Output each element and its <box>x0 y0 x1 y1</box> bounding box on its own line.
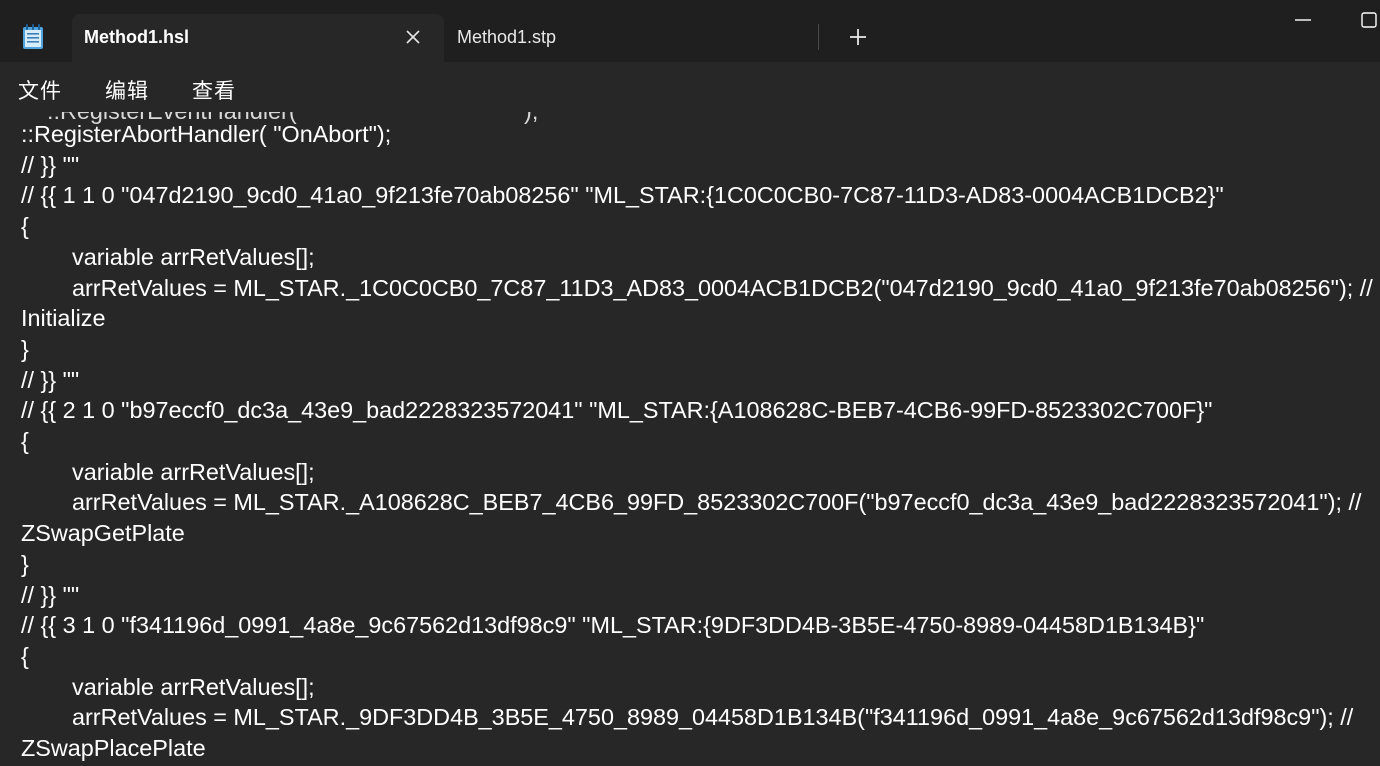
tab-divider <box>818 24 819 50</box>
maximize-icon[interactable] <box>1352 6 1380 34</box>
code-line: { <box>21 428 29 454</box>
code-line: // {{ 2 1 0 "b97eccf0_dc3a_43e9_bad22283… <box>21 397 1213 424</box>
code-line: } <box>21 550 29 577</box>
code-line: ::RegisterAbortHandler( "OnAbort"); <box>21 121 392 147</box>
menu-file[interactable]: 文件 <box>18 75 62 105</box>
tab-method1-stp[interactable]: Method1.stp <box>446 14 820 62</box>
notepad-window: Method1.hsl Method1.stp 文件 编辑 查看 ::Regis… <box>0 0 1380 766</box>
code-line: variable arrRetValues[]; <box>72 673 315 700</box>
tab-method1-hsl[interactable]: Method1.hsl <box>72 14 444 62</box>
code-line: arrRetValues = ML_STAR._A108628C_BEB7_4C… <box>72 489 1362 516</box>
code-line: // }} "" <box>21 581 80 608</box>
title-bar: Method1.hsl Method1.stp <box>0 0 1380 62</box>
plus-icon[interactable] <box>845 24 871 50</box>
code-line: // }} "" <box>21 151 80 178</box>
notepad-icon <box>23 24 43 49</box>
code-line: ZSwapPlacePlate <box>21 735 206 761</box>
tab-label: Method1.stp <box>457 27 557 47</box>
menu-edit[interactable]: 编辑 <box>105 75 149 105</box>
code-line: // {{ 3 1 0 "f341196d_0991_4a8e_9c67562d… <box>21 612 1205 639</box>
menu-view[interactable]: 查看 <box>192 75 236 105</box>
close-icon[interactable] <box>402 26 424 48</box>
code-line: Initialize <box>21 305 106 332</box>
code-line: { <box>21 213 29 240</box>
code-line: arrRetValues = ML_STAR._9DF3DD4B_3B5E_47… <box>72 704 1354 731</box>
code-line: } <box>21 335 29 362</box>
tab-label: Method1.hsl <box>84 27 190 47</box>
code-line: // }} "" <box>21 366 80 393</box>
code-line: { <box>21 642 29 669</box>
menu-bar: 文件 编辑 查看 <box>0 62 1380 112</box>
code-line: arrRetValues = ML_STAR._1C0C0CB0_7C87_11… <box>72 274 1373 301</box>
text-editor[interactable]: ::RegisterEventHandler( ); ::RegisterAbo… <box>0 112 1380 766</box>
minimize-icon[interactable] <box>1284 6 1324 34</box>
code-line: ZSwapGetPlate <box>21 520 185 547</box>
code-line: variable arrRetValues[]; <box>72 458 315 485</box>
code-line: // {{ 1 1 0 "047d2190_9cd0_41a0_9f213fe7… <box>21 182 1224 209</box>
code-line: variable arrRetValues[]; <box>72 243 315 270</box>
